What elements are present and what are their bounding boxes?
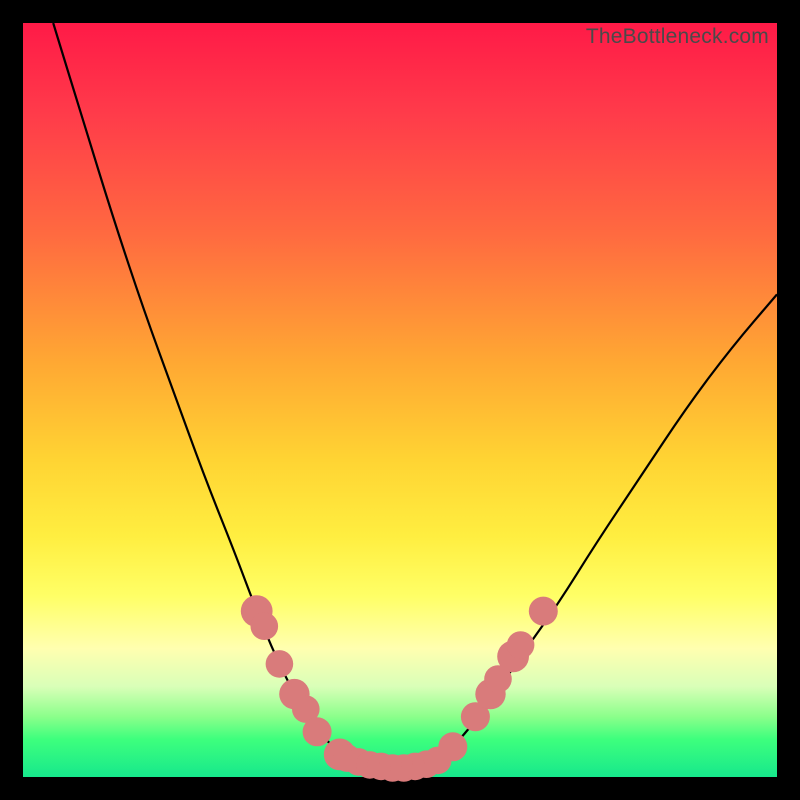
curve-path bbox=[53, 23, 777, 769]
data-marker bbox=[438, 732, 467, 761]
marker-group bbox=[241, 595, 558, 782]
data-marker bbox=[507, 631, 535, 659]
data-marker bbox=[266, 650, 294, 678]
chart-frame: TheBottleneck.com bbox=[0, 0, 800, 800]
data-marker bbox=[529, 597, 558, 626]
bottleneck-curve bbox=[23, 23, 777, 777]
data-marker bbox=[251, 612, 279, 640]
plot-area: TheBottleneck.com bbox=[23, 23, 777, 777]
data-marker bbox=[303, 717, 332, 746]
